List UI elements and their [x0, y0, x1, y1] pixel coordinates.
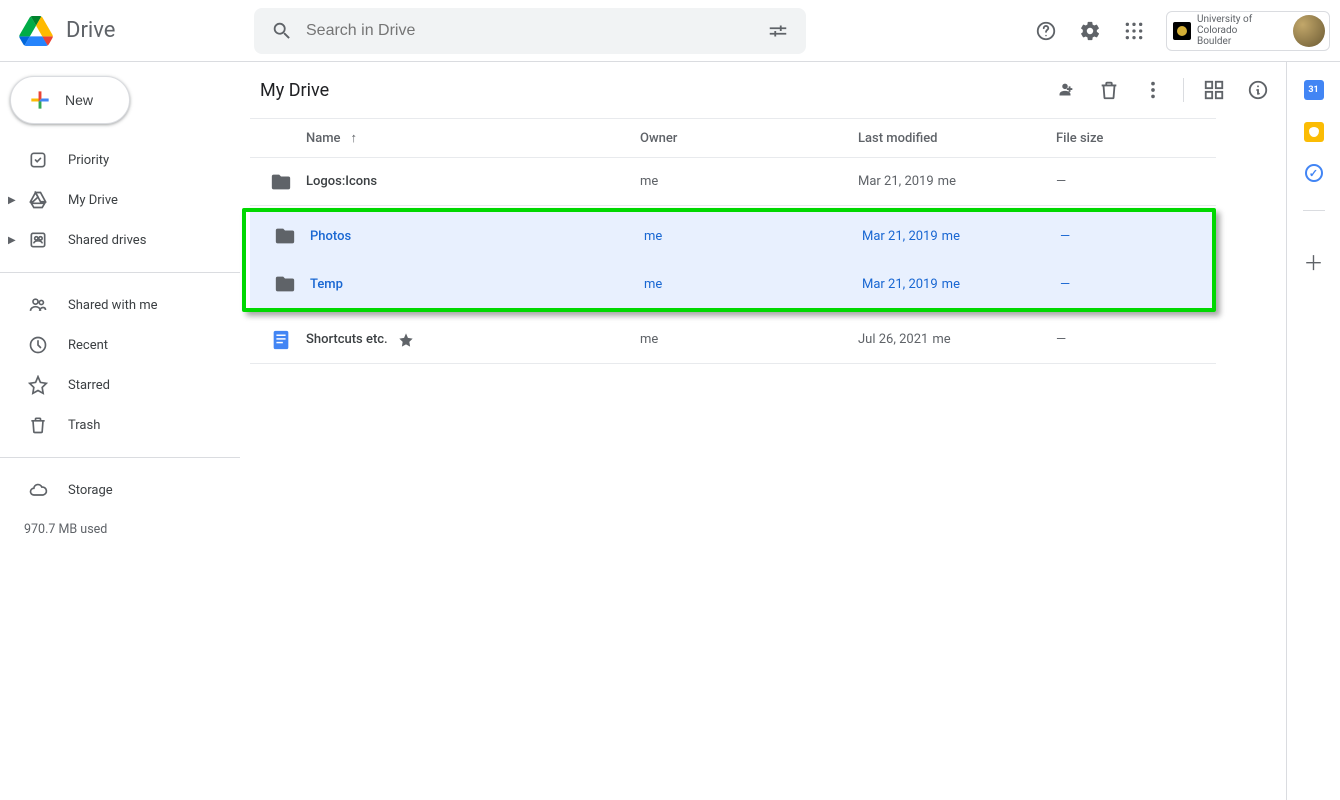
column-owner[interactable]: Owner [640, 131, 858, 146]
sidebar-item-label: My Drive [68, 193, 118, 208]
search-bar[interactable] [254, 8, 806, 54]
sidebar-item-label: Shared with me [68, 298, 158, 313]
keep-app-icon[interactable] [1304, 122, 1324, 142]
column-name[interactable]: Name↑ [306, 130, 640, 146]
sidebar-item-storage[interactable]: Storage [0, 470, 224, 510]
file-size: — [1060, 277, 1212, 292]
table-row[interactable]: Photos me Mar 21, 2019me — [250, 212, 1212, 260]
sidebar-item-starred[interactable]: Starred [0, 365, 224, 405]
star-icon [398, 332, 414, 348]
sidebar-item-label: Starred [68, 378, 110, 393]
file-owner: me [644, 229, 862, 244]
more-actions-button[interactable] [1133, 70, 1173, 110]
cloud-icon [28, 480, 48, 500]
drive-logo[interactable]: Drive [16, 11, 254, 51]
my-drive-icon [28, 190, 48, 210]
chevron-right-icon[interactable]: ▶ [8, 235, 16, 246]
details-button[interactable] [1238, 70, 1278, 110]
sidebar-item-priority[interactable]: Priority [0, 140, 224, 180]
file-owner: me [640, 174, 858, 189]
sort-asc-icon[interactable]: ↑ [351, 131, 358, 146]
file-size: — [1056, 174, 1216, 189]
add-apps-button[interactable]: ＋ [1304, 247, 1324, 276]
table-row[interactable]: Shortcuts etc. me Jul 26, 2021me — [250, 316, 1216, 364]
folder-icon [256, 171, 306, 193]
sidepanel-divider [1303, 210, 1325, 211]
file-owner: me [640, 332, 858, 347]
org-name-label: University of Colorado Boulder [1197, 14, 1287, 47]
share-button[interactable] [1045, 70, 1085, 110]
folder-icon [260, 273, 310, 295]
new-button[interactable]: New [10, 76, 130, 124]
plus-icon [27, 87, 53, 113]
selection-box: Photos me Mar 21, 2019me — Temp me Mar 2… [242, 208, 1216, 312]
file-owner: me [644, 277, 862, 292]
sidebar-item-label: Shared drives [68, 233, 146, 248]
file-modified: Mar 21, 2019me [862, 229, 1060, 244]
sidebar-item-label: Trash [68, 418, 100, 433]
shared-drives-icon [28, 230, 48, 250]
sidebar-item-label: Storage [68, 483, 113, 498]
account-switcher[interactable]: University of Colorado Boulder [1166, 11, 1330, 51]
trash-button[interactable] [1089, 70, 1129, 110]
org-logo-icon [1173, 22, 1191, 40]
file-name: Photos [310, 229, 644, 244]
file-name: Temp [310, 277, 644, 292]
breadcrumb[interactable]: My Drive [258, 80, 329, 101]
storage-used-label: 970.7 MB used [0, 522, 240, 537]
toolbar-divider [1183, 78, 1184, 102]
file-modified: Mar 21, 2019me [858, 174, 1056, 189]
chevron-right-icon[interactable]: ▶ [8, 195, 16, 206]
layout-toggle-button[interactable] [1194, 70, 1234, 110]
brand-label: Drive [66, 18, 115, 43]
drive-logo-icon [16, 11, 56, 51]
support-icon[interactable] [1026, 11, 1066, 51]
avatar [1293, 15, 1325, 47]
doc-icon [256, 329, 306, 351]
apps-icon[interactable] [1114, 11, 1154, 51]
search-options-icon[interactable] [758, 11, 798, 51]
search-input[interactable] [302, 22, 758, 40]
file-name: Shortcuts etc. [306, 332, 640, 348]
column-modified[interactable]: Last modified [858, 131, 1056, 146]
file-modified: Mar 21, 2019me [862, 277, 1060, 292]
tasks-app-icon[interactable] [1305, 164, 1323, 182]
priority-icon [28, 150, 48, 170]
table-row[interactable]: Logos:Icons me Mar 21, 2019me — [250, 158, 1216, 206]
file-modified: Jul 26, 2021me [858, 332, 1056, 347]
calendar-app-icon[interactable] [1304, 80, 1324, 100]
sidebar-item-recent[interactable]: Recent [0, 325, 224, 365]
sidebar-item-shared-drives[interactable]: ▶ Shared drives [0, 220, 224, 260]
folder-icon [260, 225, 310, 247]
sidebar-item-shared-with-me[interactable]: Shared with me [0, 285, 224, 325]
table-row[interactable]: Temp me Mar 21, 2019me — [250, 260, 1212, 308]
table-header: Name↑ Owner Last modified File size [250, 118, 1216, 158]
column-size[interactable]: File size [1056, 131, 1216, 146]
sidebar-item-label: Recent [68, 338, 108, 353]
sidebar-item-label: Priority [68, 153, 109, 168]
new-button-label: New [65, 92, 93, 108]
settings-icon[interactable] [1070, 11, 1110, 51]
file-name: Logos:Icons [306, 174, 640, 189]
trash-icon [28, 415, 48, 435]
file-size: — [1060, 229, 1212, 244]
shared-with-me-icon [28, 295, 48, 315]
search-icon[interactable] [262, 11, 302, 51]
star-icon [28, 375, 48, 395]
file-size: — [1056, 332, 1216, 347]
sidebar-item-my-drive[interactable]: ▶ My Drive [0, 180, 224, 220]
sidebar-item-trash[interactable]: Trash [0, 405, 224, 445]
recent-icon [28, 335, 48, 355]
